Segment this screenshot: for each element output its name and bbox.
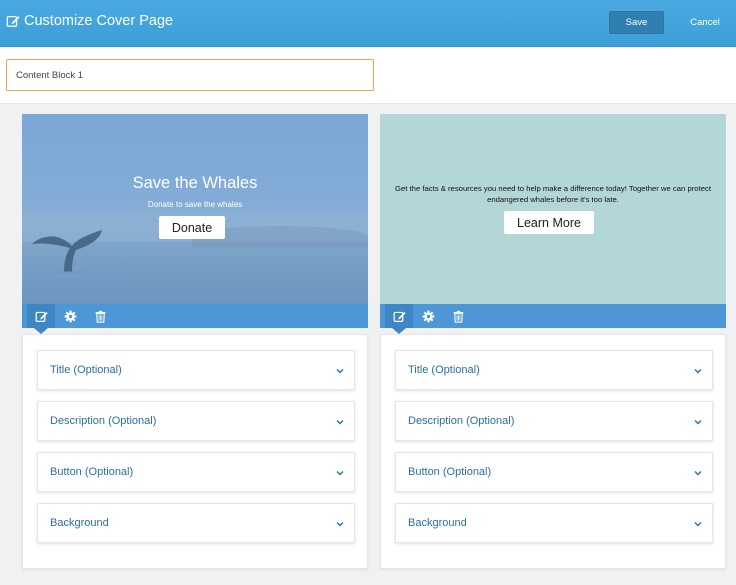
accordion-description[interactable]: Description (Optional) (395, 401, 713, 441)
chevron-down-icon (336, 369, 344, 374)
edit-icon (35, 311, 48, 322)
accordion-label: Title (Optional) (50, 364, 122, 376)
accordion-button[interactable]: Button (Optional) (37, 452, 355, 492)
content-block-panel-1: Save the Whales Donate to save the whale… (22, 114, 368, 569)
cover-title: Save the Whales (132, 174, 258, 192)
gear-icon (64, 310, 76, 322)
learn-more-button[interactable]: Learn More (504, 211, 594, 234)
whale-tail-image (32, 230, 102, 273)
delete-tool[interactable] (444, 304, 472, 328)
trash-icon (95, 310, 105, 323)
chevron-down-icon (694, 369, 702, 374)
edit-tool[interactable] (27, 304, 55, 328)
chevron-down-icon (694, 420, 702, 425)
cover-subtitle: Donate to save the whales (147, 200, 243, 209)
trash-icon (453, 310, 463, 323)
chevron-down-icon (694, 471, 702, 476)
accordion-background[interactable]: Background (37, 503, 355, 543)
accordion-label: Background (408, 517, 467, 529)
block-settings: Title (Optional) Description (Optional) … (380, 334, 726, 569)
settings-tool[interactable] (414, 304, 442, 328)
accordion-description[interactable]: Description (Optional) (37, 401, 355, 441)
accordion-title[interactable]: Title (Optional) (395, 350, 713, 390)
edit-icon (393, 311, 406, 322)
cover-description: Get the facts & resources you need to he… (395, 184, 711, 204)
gear-icon (422, 310, 434, 322)
accordion-label: Description (Optional) (408, 415, 515, 427)
accordion-button[interactable]: Button (Optional) (395, 452, 713, 492)
accordion-label: Button (Optional) (50, 466, 134, 478)
block-name-input[interactable] (6, 59, 374, 91)
chevron-down-icon (336, 522, 344, 527)
block-toolbar (22, 304, 368, 328)
content-block-panel-2: Get the facts & resources you need to he… (380, 114, 726, 569)
cover-preview-1: Save the Whales Donate to save the whale… (22, 114, 368, 304)
edit-icon (6, 14, 20, 28)
donate-button[interactable]: Donate (159, 216, 225, 239)
edit-tool[interactable] (385, 304, 413, 328)
chevron-down-icon (336, 471, 344, 476)
header-title-wrap: Customize Cover Page (6, 13, 173, 29)
page-title: Customize Cover Page (24, 13, 174, 29)
delete-tool[interactable] (86, 304, 114, 328)
cover-preview-2: Get the facts & resources you need to he… (380, 114, 726, 304)
accordion-label: Button (Optional) (408, 466, 492, 478)
settings-tool[interactable] (56, 304, 84, 328)
accordion-label: Description (Optional) (50, 415, 157, 427)
chevron-down-icon (694, 522, 702, 527)
header-bar: Customize Cover Page Save Cancel (0, 0, 736, 47)
block-toolbar (380, 304, 726, 328)
accordion-label: Background (50, 517, 109, 529)
accordion-label: Title (Optional) (408, 364, 480, 376)
block-settings: Title (Optional) Description (Optional) … (22, 334, 368, 569)
chevron-down-icon (336, 420, 344, 425)
block-name-area (0, 48, 736, 104)
cancel-button[interactable]: Cancel (684, 11, 726, 34)
save-button[interactable]: Save (609, 11, 664, 34)
accordion-background[interactable]: Background (395, 503, 713, 543)
accordion-title[interactable]: Title (Optional) (37, 350, 355, 390)
